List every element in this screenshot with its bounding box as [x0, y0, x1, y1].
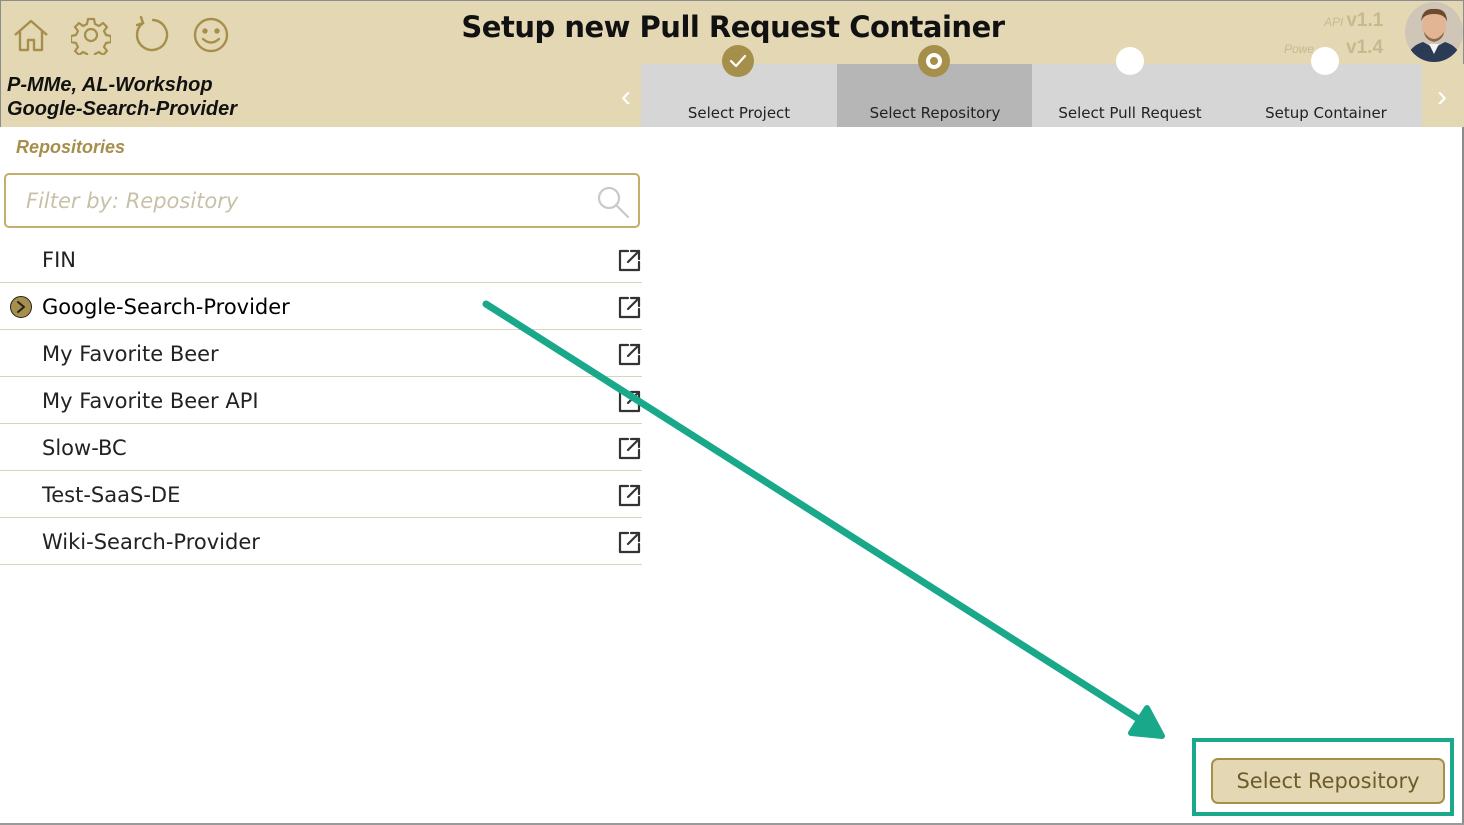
- pending-step-icon: [1116, 47, 1144, 75]
- list-item[interactable]: Wiki-Search-Provider: [0, 518, 642, 565]
- open-external-icon[interactable]: [617, 342, 642, 367]
- repository-name: Wiki-Search-Provider: [42, 530, 260, 554]
- current-step-icon: [918, 45, 950, 77]
- list-item[interactable]: Test-SaaS-DE: [0, 471, 642, 518]
- repository-list: FIN Google-Search-Provider My Favorite Bee…: [0, 236, 642, 565]
- search-input[interactable]: [26, 185, 586, 217]
- stepper-prev-icon[interactable]: ‹: [612, 80, 640, 114]
- avatar[interactable]: [1405, 2, 1463, 62]
- open-external-icon[interactable]: [617, 295, 642, 320]
- open-external-icon[interactable]: [617, 248, 642, 273]
- repository-name: Test-SaaS-DE: [42, 483, 181, 507]
- repository-name: Slow-BC: [42, 436, 127, 460]
- repository-filter: [4, 173, 640, 228]
- repository-name: My Favorite Beer: [42, 342, 219, 366]
- pending-step-icon: [1311, 47, 1339, 75]
- step-label: Select Project: [687, 104, 791, 122]
- project-line: P-MMe, AL-Workshop: [7, 74, 213, 96]
- open-external-icon[interactable]: [617, 436, 642, 461]
- list-item[interactable]: Slow-BC: [0, 424, 642, 471]
- project-name: P-MMe, AL-Workshop Google-Search-Provide…: [7, 73, 237, 121]
- open-external-icon[interactable]: [617, 483, 642, 508]
- step-label: Select Repository: [869, 104, 1001, 122]
- api-version: API v1.1: [1324, 10, 1384, 31]
- repository-line: Google-Search-Provider: [7, 98, 238, 120]
- list-item[interactable]: My Favorite Beer API: [0, 377, 642, 424]
- repositories-label: Repositories: [16, 137, 126, 157]
- search-icon[interactable]: [594, 183, 632, 221]
- repository-name: FIN: [42, 248, 76, 272]
- list-item[interactable]: Google-Search-Provider: [0, 283, 642, 330]
- list-item[interactable]: FIN: [0, 236, 642, 283]
- open-external-icon[interactable]: [617, 389, 642, 414]
- page-title: Setup new Pull Request Container: [461, 10, 1005, 44]
- step-label: Setup Container: [1265, 104, 1387, 122]
- repository-name: Google-Search-Provider: [42, 295, 290, 319]
- open-external-icon[interactable]: [617, 530, 642, 555]
- repository-name: My Favorite Beer API: [42, 389, 259, 413]
- selected-chevron-icon: [10, 296, 32, 318]
- project-banner: P-MMe, AL-Workshop Google-Search-Provide…: [0, 64, 641, 127]
- select-repository-button[interactable]: Select Repository: [1211, 758, 1445, 804]
- stepper-next-icon[interactable]: ›: [1428, 80, 1456, 114]
- list-item[interactable]: My Favorite Beer: [0, 330, 642, 377]
- checkmark-icon: [722, 45, 754, 77]
- step-label: Select Pull Request: [1058, 104, 1202, 122]
